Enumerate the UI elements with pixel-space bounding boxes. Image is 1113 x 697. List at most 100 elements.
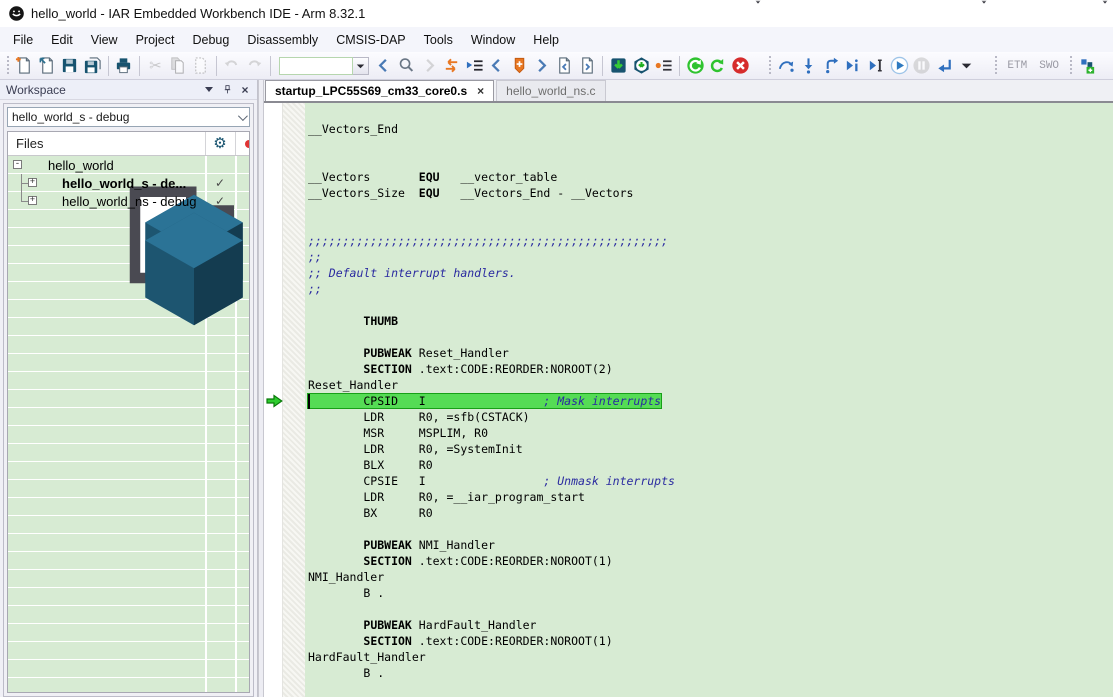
source-code[interactable]: __Vectors_End__Vectors EQU __vector_tabl…: [305, 103, 1113, 697]
toolbar-grip[interactable]: [767, 56, 772, 76]
go-icon[interactable]: [888, 54, 911, 78]
gear-icon[interactable]: ⚙: [205, 133, 235, 155]
combo-dropdown-icon[interactable]: [353, 57, 369, 75]
workspace-body: hello_world_s - debug Files ⚙ -hello_wor…: [3, 103, 254, 697]
debug-dropdown-icon[interactable]: [956, 54, 979, 78]
menu-view[interactable]: View: [82, 29, 127, 51]
panel-menu-icon[interactable]: [201, 83, 217, 97]
breakpoints-window-icon[interactable]: [653, 54, 676, 78]
tab-startup-lpc55s69-cm33-core0-s[interactable]: startup_LPC55S69_cm33_core0.s×: [265, 80, 494, 101]
menu-disassembly[interactable]: Disassembly: [238, 29, 327, 51]
code-line: SECTION .text:CODE:REORDER:NOROOT(1): [308, 553, 1113, 569]
toolbar-grip[interactable]: [5, 56, 10, 76]
previous-bookmark-icon[interactable]: [486, 54, 509, 78]
menu-project[interactable]: Project: [127, 29, 184, 51]
code-line: [308, 137, 1113, 153]
undo-icon[interactable]: [220, 54, 243, 78]
go-to-icon[interactable]: [463, 54, 486, 78]
toggle-bookmark-icon[interactable]: [508, 54, 531, 78]
code-line: Reset_Handler: [308, 377, 1113, 393]
step-over-icon[interactable]: [775, 54, 798, 78]
tree-expander-icon[interactable]: -: [13, 160, 22, 169]
download-and-debug-icon[interactable]: [607, 54, 630, 78]
swo-button[interactable]: SWO: [1033, 55, 1065, 77]
toolbar-separator: [108, 56, 109, 76]
code-line: B .: [308, 585, 1113, 601]
etm-button[interactable]: ETM: [1001, 55, 1033, 77]
iar-app-icon: [8, 5, 25, 22]
code-line: BLX R0: [308, 457, 1113, 473]
find-previous-icon[interactable]: [373, 54, 396, 78]
toolbar-overflow-icon[interactable]: [752, 55, 764, 77]
tree-row[interactable]: +hello_world_ns - debug✓: [8, 192, 249, 210]
menu-tools[interactable]: Tools: [415, 29, 462, 51]
chevron-down-icon: [238, 111, 248, 121]
project-cube-icon: [44, 176, 59, 191]
tree-row[interactable]: +hello_world_s - de...✓: [8, 174, 249, 192]
stop-debugging-icon[interactable]: [933, 54, 956, 78]
red-dot-icon[interactable]: [235, 140, 250, 148]
cut-icon[interactable]: [144, 54, 167, 78]
code-view: __Vectors_End__Vectors EQU __vector_tabl…: [264, 103, 1113, 697]
tab-label: hello_world_ns.c: [506, 84, 595, 98]
open-file-icon[interactable]: [36, 54, 59, 78]
build-check-icon: ✓: [205, 194, 235, 208]
copy-icon[interactable]: [166, 54, 189, 78]
editor-area: startup_LPC55S69_cm33_core0.s× hello_worl…: [264, 80, 1113, 697]
find-next-icon[interactable]: [418, 54, 441, 78]
step-out-icon[interactable]: [820, 54, 843, 78]
next-statement-icon[interactable]: [843, 54, 866, 78]
code-line: THUMB: [308, 313, 1113, 329]
navigate-back-forward-icon[interactable]: [440, 54, 463, 78]
previous-document-icon[interactable]: [553, 54, 576, 78]
toolbar-overflow-icon[interactable]: [1099, 55, 1111, 77]
print-icon[interactable]: [112, 54, 135, 78]
tree-expander-icon[interactable]: +: [28, 178, 37, 187]
step-into-icon[interactable]: [798, 54, 821, 78]
menu-edit[interactable]: Edit: [42, 29, 82, 51]
code-line: PUBWEAK Reset_Handler: [308, 345, 1113, 361]
search-input[interactable]: [279, 57, 353, 75]
code-line: MSR MSPLIM, R0: [308, 425, 1113, 441]
toolbar-separator: [216, 56, 217, 76]
toolbar-grip[interactable]: [1068, 56, 1073, 76]
tab-close-icon[interactable]: ×: [477, 84, 484, 98]
menu-debug[interactable]: Debug: [183, 29, 238, 51]
add-component-icon[interactable]: [1076, 54, 1099, 78]
paste-icon[interactable]: [189, 54, 212, 78]
workspace-header: Workspace ×: [0, 80, 257, 100]
save-all-icon[interactable]: [81, 54, 104, 78]
menu-cmsis-dap[interactable]: CMSIS-DAP: [327, 29, 414, 51]
code-line: [308, 521, 1113, 537]
project-cube-icon: [44, 194, 59, 209]
menu-window[interactable]: Window: [462, 29, 524, 51]
workspace-node-icon: [30, 158, 45, 173]
code-line: [308, 329, 1113, 345]
workspace-panel: Workspace × hello_world_s - debug Files …: [0, 80, 258, 697]
tree-row[interactable]: -hello_world: [8, 156, 249, 174]
debug-without-downloading-icon[interactable]: [630, 54, 653, 78]
menu-file[interactable]: File: [4, 29, 42, 51]
pin-icon[interactable]: [219, 83, 235, 97]
toolbar-grip[interactable]: [993, 56, 998, 76]
redo-icon[interactable]: [243, 54, 266, 78]
code-line: SECTION .text:CODE:REORDER:NOROOT(1): [308, 633, 1113, 649]
tree-expander-icon[interactable]: +: [28, 196, 37, 205]
new-document-icon[interactable]: [13, 54, 36, 78]
break-stop-icon[interactable]: [729, 54, 752, 78]
toolbar-overflow-icon[interactable]: [978, 55, 990, 77]
run-to-cursor-icon[interactable]: [865, 54, 888, 78]
configuration-selector[interactable]: hello_world_s - debug: [7, 107, 250, 127]
files-header: Files ⚙: [8, 132, 249, 156]
next-bookmark-icon[interactable]: [531, 54, 554, 78]
pause-icon[interactable]: [910, 54, 933, 78]
menu-help[interactable]: Help: [524, 29, 568, 51]
find-icon[interactable]: [395, 54, 418, 78]
close-icon[interactable]: ×: [237, 83, 253, 97]
tab-hello-world-ns-c[interactable]: hello_world_ns.c: [496, 80, 605, 101]
reset-icon[interactable]: [684, 54, 707, 78]
save-icon[interactable]: [58, 54, 81, 78]
breakpoint-gutter[interactable]: [282, 103, 305, 697]
next-document-icon[interactable]: [576, 54, 599, 78]
refresh-icon[interactable]: [707, 54, 730, 78]
